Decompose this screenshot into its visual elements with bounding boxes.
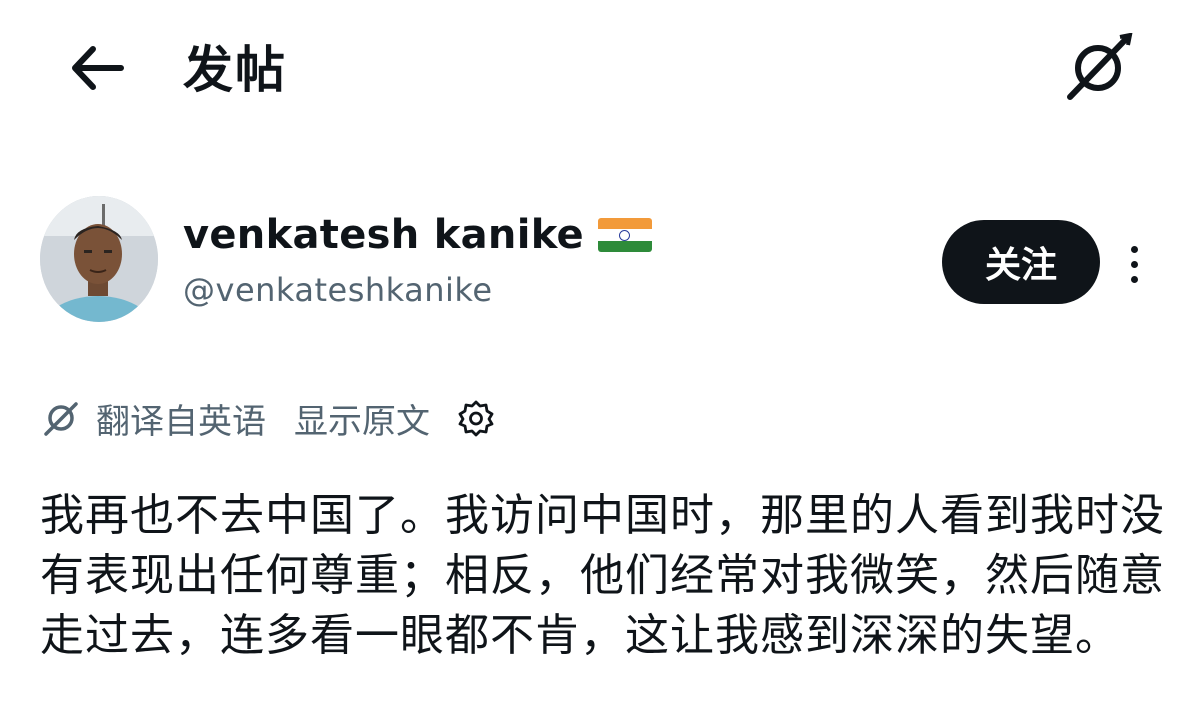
avatar[interactable] [40,196,158,322]
gear-icon[interactable] [454,396,498,440]
show-original-link[interactable]: 显示原文 [294,394,430,443]
user-handle[interactable]: @venkateshkanike [183,271,652,309]
page-title: 发帖 [183,41,287,99]
arrow-left-icon [67,43,127,97]
india-flag-icon [597,218,652,252]
translated-from-label: 翻译自英语 [96,401,266,442]
more-options-button[interactable] [1112,236,1156,292]
top-bar: 发帖 [0,0,1196,140]
display-name-row: venkatesh kanike [183,205,652,265]
display-name[interactable]: venkatesh kanike [183,212,584,258]
translation-bar: 翻译自英语 显示原文 [40,390,498,446]
grok-button[interactable] [1056,30,1140,110]
back-button[interactable] [62,40,132,100]
follow-button[interactable]: 关注 [942,220,1100,304]
post-text: 我再也不去中国了。我访问中国时，那里的人看到我时没有表现出任何尊重；相反，他们经… [40,490,1165,661]
more-vertical-icon [1130,245,1138,253]
grok-icon [1060,32,1136,107]
author-block: venkatesh kanike @venkateshkanike [183,205,652,309]
grok-translate-icon [40,397,82,439]
